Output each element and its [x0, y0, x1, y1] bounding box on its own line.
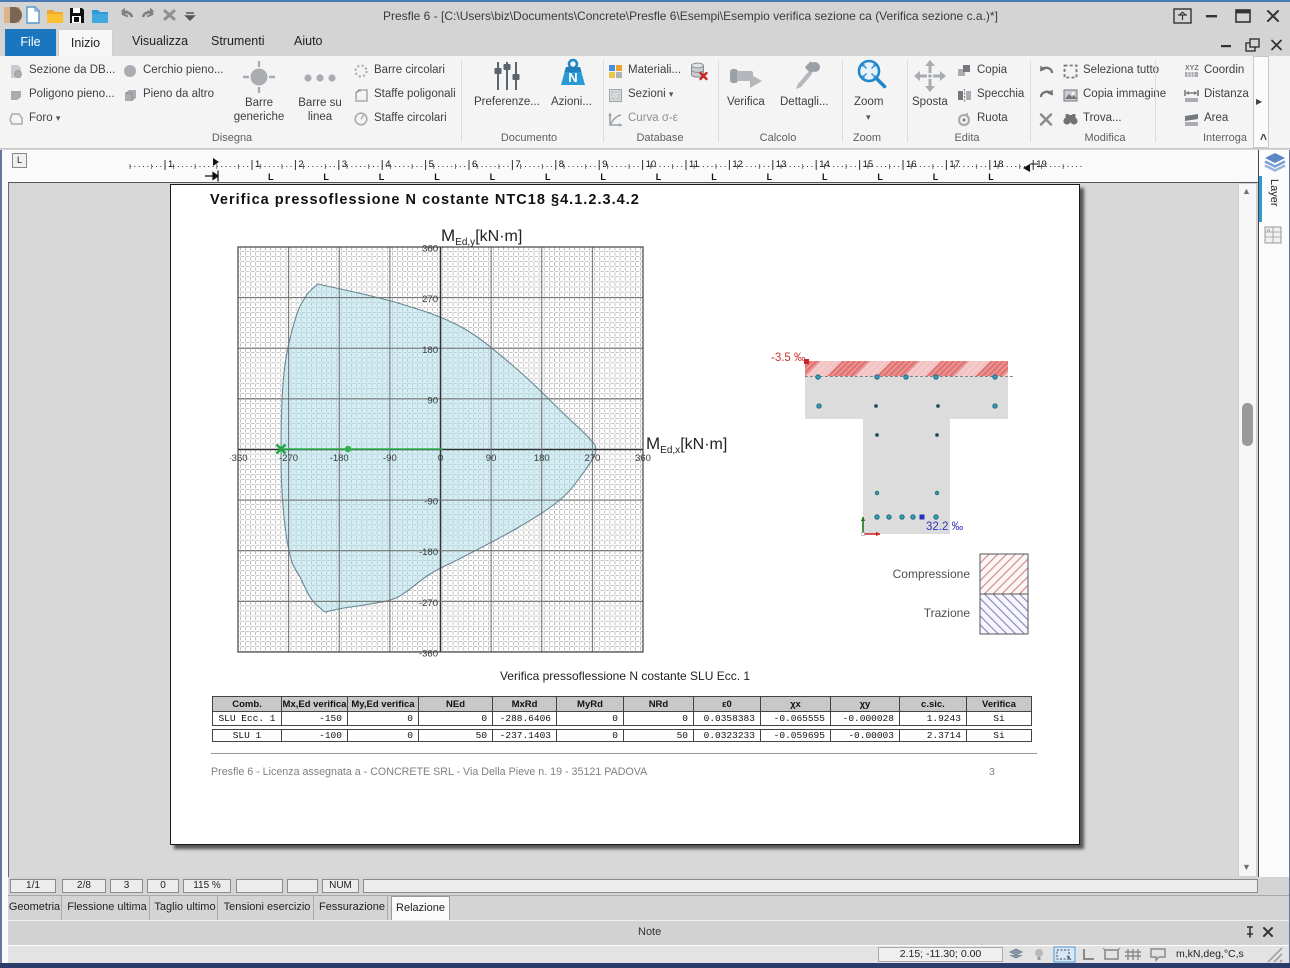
svg-text:L: L: [545, 172, 551, 182]
svg-text:L: L: [767, 172, 773, 182]
svg-text:L: L: [711, 172, 717, 182]
svg-text:A: A: [1267, 228, 1270, 233]
svg-text:9: 9: [602, 159, 607, 170]
svg-text:L: L: [323, 172, 329, 182]
svg-text:1: 1: [168, 159, 173, 170]
svg-text:-270: -270: [279, 453, 298, 464]
svg-text:N: N: [568, 70, 577, 85]
svg-text:L: L: [434, 172, 440, 182]
svg-text:-180: -180: [330, 453, 349, 464]
svg-text:XYZ: XYZ: [1185, 65, 1199, 72]
svg-text:7: 7: [515, 159, 520, 170]
svg-text:6: 6: [472, 159, 477, 170]
svg-text:L: L: [656, 172, 662, 182]
svg-text:L: L: [933, 172, 939, 182]
svg-text:-360: -360: [230, 453, 248, 464]
svg-text:8: 8: [559, 159, 564, 170]
svg-text:MEd,y[kN·m]: MEd,y[kN·m]: [441, 226, 522, 248]
svg-text:-360: -360: [419, 649, 438, 660]
svg-text:360: 360: [422, 244, 438, 255]
svg-text:0: 0: [438, 453, 443, 464]
svg-text:L: L: [379, 172, 385, 182]
svg-text:Trazione: Trazione: [924, 606, 971, 620]
svg-text:270: 270: [422, 294, 438, 305]
svg-text:3: 3: [342, 159, 347, 170]
svg-text:L: L: [822, 172, 828, 182]
svg-text:L: L: [877, 172, 883, 182]
svg-text:180: 180: [422, 345, 438, 356]
svg-text:Compressione: Compressione: [893, 567, 971, 581]
svg-text:180: 180: [534, 453, 550, 464]
svg-text:90: 90: [486, 453, 497, 464]
svg-text:L: L: [490, 172, 496, 182]
svg-text:L: L: [988, 172, 994, 182]
svg-text:2: 2: [298, 159, 303, 170]
svg-text:5: 5: [429, 159, 434, 170]
svg-text:360: 360: [635, 453, 651, 464]
svg-text:-270: -270: [419, 598, 438, 609]
svg-text:1: 1: [255, 159, 260, 170]
svg-text:270: 270: [584, 453, 600, 464]
svg-text:-3.5 ‰: -3.5 ‰: [771, 352, 806, 364]
svg-text:90: 90: [427, 395, 438, 406]
svg-text:-90: -90: [424, 497, 438, 508]
svg-text:-90: -90: [383, 453, 397, 464]
svg-text:L: L: [268, 172, 274, 182]
svg-text:MEd,x[kN·m]: MEd,x[kN·m]: [646, 434, 727, 456]
svg-text:L: L: [600, 172, 606, 182]
svg-text:32.2 ‰: 32.2 ‰: [926, 521, 964, 533]
svg-text:4: 4: [385, 159, 390, 170]
svg-text:-180: -180: [419, 547, 438, 558]
